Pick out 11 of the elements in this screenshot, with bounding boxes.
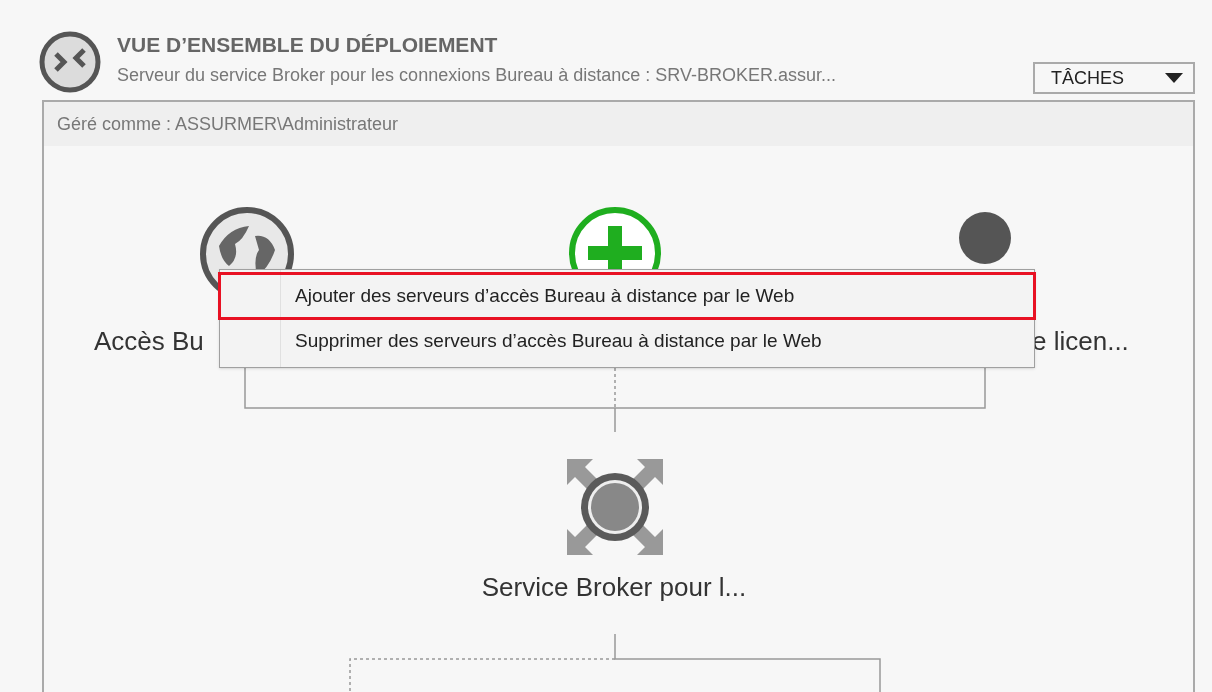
- dropdown-caret-icon: [1165, 73, 1183, 83]
- menu-item[interactable]: Supprimer des serveurs d’accès Bureau à distance par le Web: [220, 319, 1034, 363]
- node-label: Accès Bu: [94, 325, 204, 358]
- server-subtitle: Serveur du service Broker pour les connexions Bureau à distance : SRV-BROKER.assur...: [117, 64, 836, 87]
- node-label: Service Broker pour l...: [480, 571, 748, 604]
- broker-icon: [567, 459, 663, 555]
- managed-as-label: Géré comme : ASSURMER\Administrateur: [57, 112, 399, 136]
- section-title: VUE D’ENSEMBLE DU DÉPLOIEMENT: [117, 32, 499, 58]
- menu-item[interactable]: Ajouter des serveurs d’accès Bureau à distance par le Web: [220, 274, 1034, 318]
- remote-connection-icon: [38, 30, 102, 94]
- tasks-button[interactable]: TÂCHES: [1033, 62, 1195, 94]
